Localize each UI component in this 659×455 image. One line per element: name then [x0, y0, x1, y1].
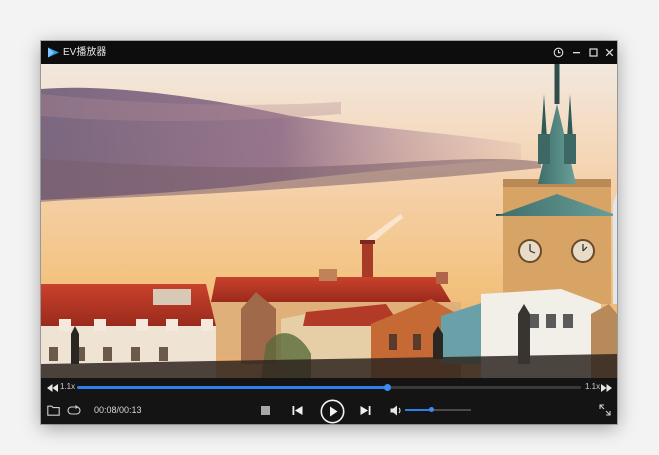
control-bar: 00:08/00:13	[41, 398, 617, 424]
rewind-speed-label: 1.1x	[60, 382, 76, 391]
maximize-icon[interactable]	[587, 46, 600, 59]
player-window: EV播放器 1.1x 1.1x 00:08/00:13	[41, 41, 617, 424]
seek-bar-row: 1.1x 1.1x	[41, 378, 617, 398]
seek-bar-handle[interactable]	[383, 384, 391, 391]
volume-icon[interactable]	[389, 404, 403, 416]
seek-bar[interactable]	[77, 384, 581, 391]
volume-level	[405, 409, 432, 411]
folder-icon[interactable]	[46, 404, 60, 416]
window-title: EV播放器	[63, 47, 107, 58]
clock-icon[interactable]	[552, 46, 565, 59]
time-display: 00:08/00:13	[94, 405, 142, 415]
skip-previous-icon[interactable]	[291, 404, 303, 416]
volume-handle[interactable]	[429, 407, 435, 412]
seek-bar-progress	[77, 386, 387, 389]
minimize-icon[interactable]	[570, 46, 583, 59]
loop-icon[interactable]	[67, 404, 81, 416]
fast-forward-icon[interactable]	[600, 383, 612, 393]
stop-icon[interactable]	[260, 405, 271, 416]
skip-next-icon[interactable]	[359, 404, 371, 416]
volume-slider[interactable]	[405, 407, 471, 412]
video-frame	[41, 64, 617, 378]
video-area[interactable]	[41, 64, 617, 378]
forward-speed-label: 1.1x	[585, 382, 601, 391]
play-icon[interactable]	[319, 398, 345, 424]
title-bar[interactable]: EV播放器	[41, 41, 617, 64]
ev-logo-icon	[47, 46, 60, 59]
fullscreen-icon[interactable]	[598, 403, 612, 417]
rewind-icon[interactable]	[46, 383, 58, 393]
close-icon[interactable]	[603, 46, 616, 59]
